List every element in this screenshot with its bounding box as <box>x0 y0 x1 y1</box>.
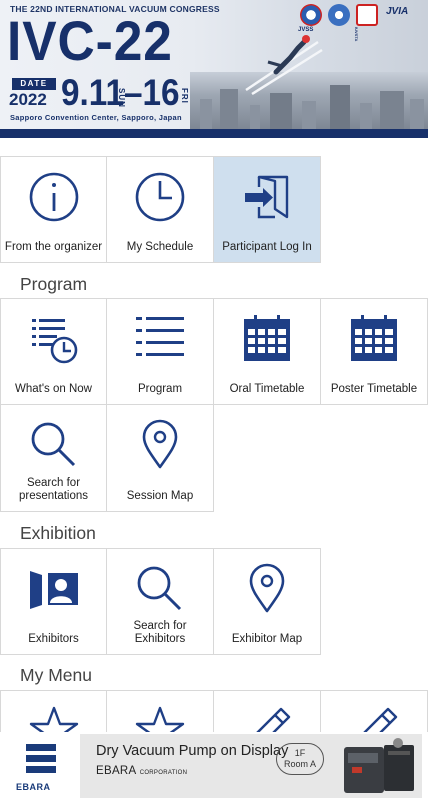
tile-search-presentations[interactable]: Search for presentations <box>0 405 107 512</box>
ad-company-name: EBARA <box>96 765 137 777</box>
tile-label: Poster Timetable <box>330 383 418 395</box>
iuvsta-label: IUVSTA <box>354 27 359 42</box>
tile-session-map[interactable]: Session Map <box>107 405 214 512</box>
ebara-logo <box>26 744 56 773</box>
day-end: FRI <box>180 88 189 104</box>
tile-poster-timetable[interactable]: Poster Timetable <box>321 298 428 405</box>
tile-label: Session Map <box>126 490 194 502</box>
tile-label: From the organizer <box>4 241 103 253</box>
ad-room: Room A <box>283 759 316 769</box>
event-title: IVC-22 <box>7 9 173 72</box>
ad-floor: 1F <box>294 748 306 758</box>
day-start: SUN <box>117 88 126 108</box>
tile-search-exhibitors[interactable]: Search for Exhibitors <box>107 548 214 655</box>
exhibitor-booth-icon <box>29 571 78 609</box>
ad-location-badge: 1F Room A <box>276 743 324 775</box>
section-title-program: Program <box>20 274 88 294</box>
jvss-logo <box>300 4 322 26</box>
ad-title: Dry Vacuum Pump on Display <box>96 743 289 759</box>
clock-icon <box>135 172 185 222</box>
event-venue: Sapporo Convention Center, Sapporo, Japa… <box>10 113 182 122</box>
tile-label: Oral Timetable <box>229 383 305 395</box>
calendar-icon <box>351 315 397 361</box>
globe-logo <box>328 4 350 26</box>
top-menu-grid: From the organizer My Schedule Participa… <box>0 156 428 263</box>
tile-whats-on-now[interactable]: What's on Now <box>0 298 107 405</box>
map-pin-icon <box>142 419 178 469</box>
tile-label: Program <box>137 383 183 395</box>
list-icon <box>136 317 184 356</box>
login-icon <box>245 175 289 219</box>
info-icon <box>29 172 78 222</box>
tile-label: Search for Exhibitors <box>133 620 187 645</box>
ad-company: EBARA CORPORATION <box>96 765 187 777</box>
map-pin-icon <box>249 563 285 613</box>
program-grid: What's on Now Program Oral Timetable Pos… <box>0 298 428 512</box>
tile-oral-timetable[interactable]: Oral Timetable <box>214 298 321 405</box>
calendar-icon <box>244 315 290 361</box>
ad-content: Dry Vacuum Pump on Display EBARA CORPORA… <box>80 734 422 798</box>
tile-label: Exhibitors <box>28 633 79 645</box>
ski-jumper-image <box>245 35 323 96</box>
jvss-label: JVSS <box>298 27 314 33</box>
iuvsta-logo <box>356 4 378 26</box>
jvia-logo: JVIA <box>386 6 409 17</box>
banner-divider <box>0 129 428 138</box>
section-title-exhibition: Exhibition <box>20 523 96 543</box>
date-label: DATE <box>12 78 56 90</box>
tile-exhibitors[interactable]: Exhibitors <box>0 548 107 655</box>
tile-exhibitor-map[interactable]: Exhibitor Map <box>214 548 321 655</box>
tile-label: What's on Now <box>15 383 92 395</box>
tile-label: Participant Log In <box>222 241 312 253</box>
sponsor-ad-banner[interactable]: EBARA Dry Vacuum Pump on Display EBARA C… <box>0 732 428 800</box>
section-title-my-menu: My Menu <box>20 665 92 685</box>
ebara-logo-text: EBARA <box>16 782 51 792</box>
ad-company-suffix: CORPORATION <box>139 770 188 776</box>
tile-participant-login[interactable]: Participant Log In <box>214 156 321 263</box>
tile-program[interactable]: Program <box>107 298 214 405</box>
tile-label: My Schedule <box>126 241 194 253</box>
tile-my-schedule[interactable]: My Schedule <box>107 156 214 263</box>
search-icon <box>31 422 75 467</box>
tile-label: Exhibitor Map <box>231 633 303 645</box>
tile-label: Search for presentations <box>18 477 89 502</box>
search-icon <box>137 566 182 611</box>
tile-from-organizer[interactable]: From the organizer <box>0 156 107 263</box>
event-year: 2022 <box>9 90 47 109</box>
congress-banner: THE 22ND INTERNATIONAL VACUUM CONGRESS I… <box>0 0 428 129</box>
vacuum-pump-image <box>344 738 414 793</box>
list-clock-icon <box>31 319 77 364</box>
exhibition-grid: Exhibitors Search for Exhibitors Exhibit… <box>0 548 428 655</box>
